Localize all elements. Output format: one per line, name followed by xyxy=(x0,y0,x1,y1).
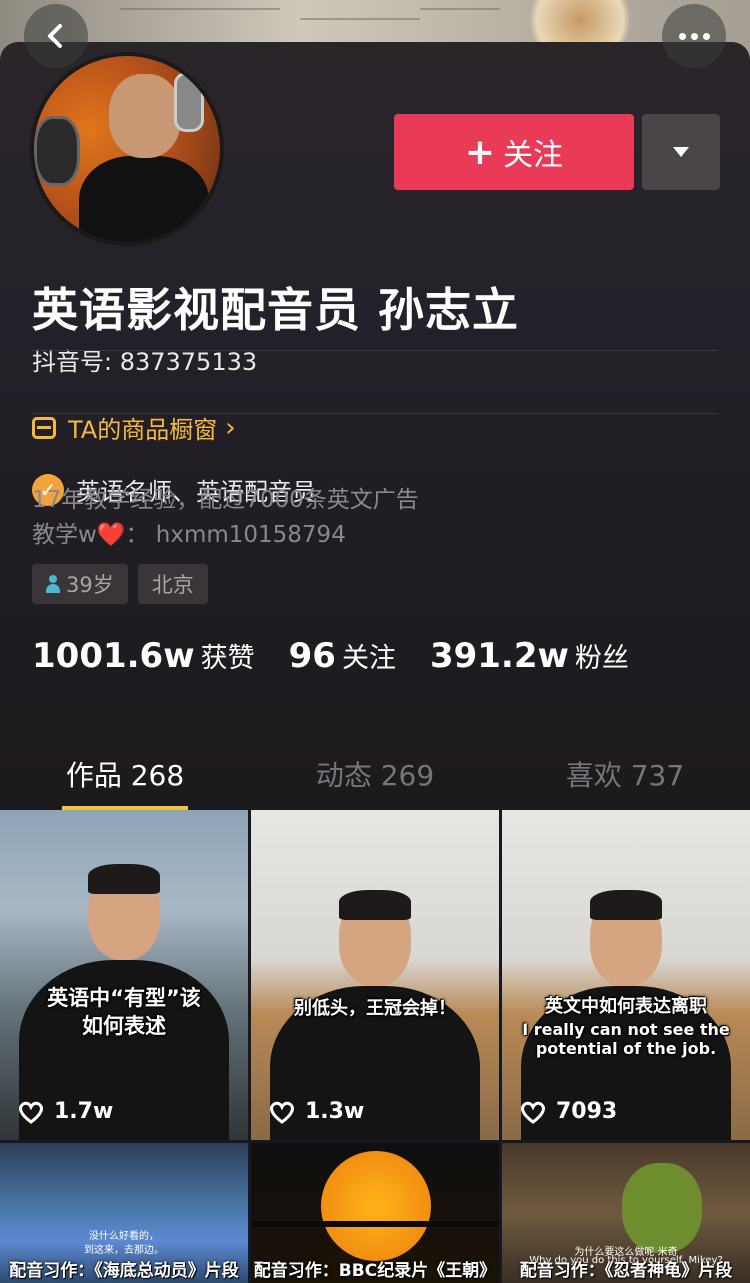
video-subtitle: 没什么好看的， xyxy=(89,1231,159,1242)
video-caption: 配音习作：《海底总动员》片段 xyxy=(9,1261,239,1281)
tab-works[interactable]: 作品 268 xyxy=(0,748,250,810)
likes-stat[interactable]: 1001.6w 获赞 xyxy=(32,636,255,676)
plus-icon: + xyxy=(464,131,496,173)
age-tag: 39岁 xyxy=(32,564,128,604)
caret-down-icon xyxy=(673,147,689,157)
content-tabs: 作品 268 动态 269 喜欢 737 xyxy=(0,748,750,810)
following-stat[interactable]: 96 关注 xyxy=(289,636,396,676)
avatar[interactable] xyxy=(30,52,224,246)
video-caption: 如何表述 xyxy=(82,1014,166,1038)
heart-outline-icon xyxy=(270,1101,294,1124)
follow-label: 关注 xyxy=(503,138,564,173)
recommend-dropdown-button[interactable] xyxy=(642,114,720,190)
video-caption: 英文中如何表达离职 xyxy=(545,996,707,1017)
shop-window-link[interactable]: TA的商品橱窗 › xyxy=(32,410,236,445)
shop-window-label: TA的商品橱窗 xyxy=(68,416,218,444)
video-subtitle: potential of the job. xyxy=(535,1039,717,1058)
bio-line-1: 17年教学经验，配过7000条英文广告 xyxy=(32,487,419,513)
shop-bag-icon xyxy=(32,416,56,439)
video-caption: 配音习作：BBC纪录片《王朝》 xyxy=(253,1261,497,1281)
video-caption: 配音习作：《忍者神龟》片段 xyxy=(519,1261,733,1281)
bio-line-2-prefix: 教学w xyxy=(32,522,97,548)
divider xyxy=(32,413,718,414)
douyin-id: 抖音号: 837375133 xyxy=(32,348,258,376)
video-caption: 别低头，王冠会掉！ xyxy=(294,998,456,1019)
video-thumbnail[interactable]: 别低头，王冠会掉！ 1.3w xyxy=(251,810,499,1140)
more-dots-icon xyxy=(678,32,686,40)
chevron-right-icon: › xyxy=(225,412,236,443)
profile-stats: 1001.6w 获赞 96 关注 391.2w 粉丝 xyxy=(32,636,663,676)
city-tag: 北京 xyxy=(137,564,208,604)
video-likes: 1.7w xyxy=(18,1099,113,1124)
more-button[interactable] xyxy=(662,4,726,68)
video-thumbnail[interactable]: 英文中如何表达离职 I really can not see the poten… xyxy=(502,810,750,1140)
tab-likes[interactable]: 喜欢 737 xyxy=(500,748,750,810)
video-subtitle: 到这来，去那边。 xyxy=(84,1245,164,1256)
video-likes: 1.3w xyxy=(269,1099,364,1124)
heart-outline-icon xyxy=(521,1101,545,1124)
video-thumbnail[interactable]: 为什么要这么做呢 米奇 Why do you do this to yourse… xyxy=(502,1143,750,1283)
bio-line-2-suffix: ： hxmm10158794 xyxy=(125,522,346,548)
profile-name: 英语影视配音员 孙志立 xyxy=(32,283,520,337)
divider xyxy=(32,350,718,351)
heart-outline-icon xyxy=(19,1101,43,1124)
bio-line-2: 教学w❤️： hxmm10158794 xyxy=(32,515,346,549)
video-likes: 7093 xyxy=(520,1099,617,1124)
profile-panel: + 关注 英语影视配音员 孙志立 抖音号: 837375133 TA的商品橱窗 … xyxy=(0,42,750,810)
video-caption: 英语中“有型”该 xyxy=(47,986,201,1010)
video-thumbnail[interactable]: 没什么好看的， 到这来，去那边。 配音习作：《海底总动员》片段 xyxy=(0,1143,248,1283)
heart-emoji-icon: ❤️ xyxy=(96,522,126,548)
back-button[interactable] xyxy=(24,4,88,68)
person-icon xyxy=(46,575,60,593)
video-thumbnail[interactable]: 英语中“有型”该 如何表述 1.7w xyxy=(0,810,248,1140)
followers-stat[interactable]: 391.2w 粉丝 xyxy=(430,636,629,676)
tab-moments[interactable]: 动态 269 xyxy=(250,748,500,810)
video-thumbnail[interactable]: 配音习作：BBC纪录片《王朝》 xyxy=(251,1143,499,1283)
follow-button[interactable]: + 关注 xyxy=(394,114,634,190)
video-grid: 英语中“有型”该 如何表述 1.7w 别低头，王冠会掉！ 1.3w 英文中如何表… xyxy=(0,810,750,1283)
video-subtitle: I really can not see the xyxy=(522,1020,730,1039)
profile-tags: 39岁 北京 xyxy=(32,564,208,604)
chevron-left-icon xyxy=(48,24,62,48)
